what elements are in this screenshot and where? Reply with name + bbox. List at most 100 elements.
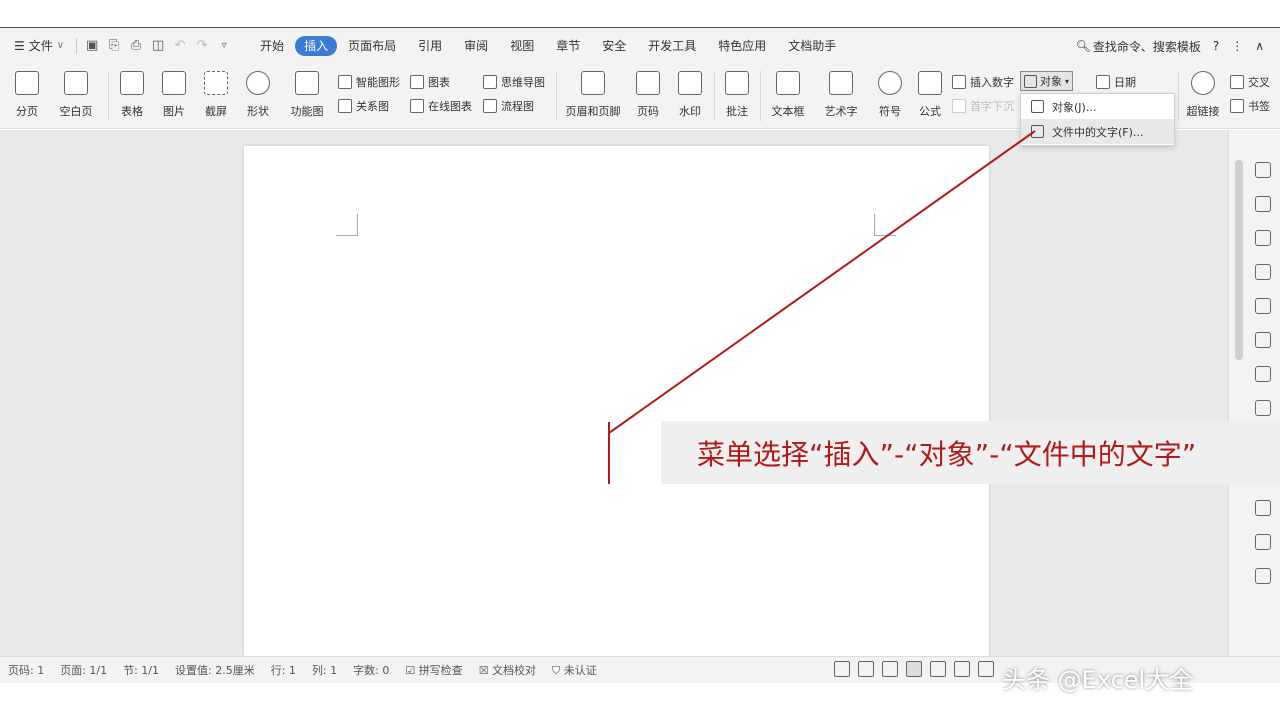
tab-page-layout[interactable]: 页面布局 <box>337 36 407 56</box>
collapse-ribbon-icon[interactable]: ∧ <box>1255 39 1264 53</box>
page-number-label: 页码 <box>637 105 659 118</box>
print-icon[interactable]: ⎙ <box>125 35 147 57</box>
save-icon[interactable]: ▣ <box>81 35 103 57</box>
formula-label: 公式 <box>919 105 941 118</box>
write-mode-icon[interactable] <box>882 661 898 677</box>
comment-icon <box>725 71 749 95</box>
outline-view-icon[interactable] <box>930 661 946 677</box>
doc-proof-button[interactable]: ☒ 文档校对 <box>471 662 544 678</box>
header-footer-button[interactable]: 页眉和页脚 <box>562 63 624 119</box>
tab-review[interactable]: 审阅 <box>453 36 499 56</box>
print-preview-icon[interactable]: ◫ <box>147 35 169 57</box>
redo-icon[interactable]: ↷ <box>191 35 213 57</box>
tab-special-apps[interactable]: 特色应用 <box>707 36 777 56</box>
table-button[interactable]: 表格 <box>114 63 150 119</box>
help-circle-icon[interactable] <box>1255 568 1271 584</box>
blank-page-button[interactable]: 空白页 <box>52 63 100 119</box>
shape-button[interactable]: 形状 <box>240 63 276 119</box>
shapes-icon[interactable] <box>1255 230 1271 246</box>
right-sidebar <box>1228 130 1280 656</box>
hyperlink-button[interactable]: 超链接 <box>1184 63 1222 119</box>
insert-number-icon <box>952 75 966 89</box>
watermark-button[interactable]: 水印 <box>672 63 708 119</box>
function-chart-button[interactable]: 功能图 <box>284 63 330 119</box>
mind-map-button[interactable]: 思维导图 <box>483 74 545 90</box>
fullscreen-icon[interactable] <box>834 661 850 677</box>
page-break-icon <box>15 71 39 95</box>
text-box-button[interactable]: 文本框 <box>766 63 810 119</box>
chart-button[interactable]: 图表 <box>410 74 450 90</box>
page-number-button[interactable]: 页码 <box>630 63 666 119</box>
online-chart-icon <box>410 99 424 113</box>
search-icon: 🔍︎ <box>1075 39 1091 53</box>
formula-button[interactable]: 公式 <box>914 63 946 119</box>
tab-doc-assistant[interactable]: 文档助手 <box>777 36 847 56</box>
spell-check-button[interactable]: ☑ 拼写检查 <box>397 662 470 678</box>
smart-art-icon <box>338 75 352 89</box>
tab-developer[interactable]: 开发工具 <box>637 36 707 56</box>
tab-insert[interactable]: 插入 <box>295 35 338 56</box>
object-button[interactable]: 对象 ▾ <box>1020 71 1074 91</box>
web-view-icon[interactable] <box>954 661 970 677</box>
star-icon[interactable] <box>1255 332 1271 348</box>
document-page[interactable] <box>244 146 989 658</box>
tab-view[interactable]: 视图 <box>499 36 545 56</box>
status-word-count[interactable]: 字数: 0 <box>345 662 397 678</box>
shield-icon[interactable] <box>1255 500 1271 516</box>
watermark-text: 头条 @Excel大全 <box>1002 666 1194 694</box>
picture-button[interactable]: 图片 <box>156 63 192 119</box>
annotation-text: 菜单选择“插入”-“对象”-“文件中的文字” <box>697 437 1197 471</box>
flow-chart-button[interactable]: 流程图 <box>483 98 534 114</box>
cross-ref-button[interactable]: 交叉 <box>1230 74 1270 90</box>
symbol-button[interactable]: 符号 <box>872 63 908 119</box>
vertical-scrollbar[interactable] <box>1235 160 1243 360</box>
menu-item-text-from-file[interactable]: 文件中的文字(F)... <box>1021 119 1174 144</box>
drop-cap-button[interactable]: 首字下沉 <box>952 98 1014 114</box>
eye-protect-icon[interactable] <box>978 661 994 677</box>
tab-security[interactable]: 安全 <box>591 36 637 56</box>
word-art-button[interactable]: 艺术字 <box>818 63 864 119</box>
blank-page-label: 空白页 <box>59 105 93 118</box>
screenshot-button[interactable]: 截屏 <box>198 63 234 119</box>
tab-home[interactable]: 开始 <box>249 36 295 56</box>
date-button[interactable]: 日期 <box>1096 74 1136 90</box>
shape-label: 形状 <box>247 105 269 118</box>
smart-art-button[interactable]: 智能图形 <box>338 74 400 90</box>
bookmark-icon <box>1230 99 1244 113</box>
tab-references[interactable]: 引用 <box>407 36 453 56</box>
insert-number-button[interactable]: 插入数字 <box>952 74 1014 90</box>
quick-access-dropdown-icon[interactable]: ▿ <box>213 35 235 57</box>
page-break-button[interactable]: 分页 <box>10 63 44 119</box>
file-menu[interactable]: ☰ 文件 ∨ <box>0 28 72 63</box>
undo-icon[interactable]: ↶ <box>169 35 191 57</box>
sliders-icon[interactable] <box>1255 264 1271 280</box>
cursor-icon[interactable] <box>1255 196 1271 212</box>
command-search[interactable]: 🔍︎ 查找命令、搜索模板 <box>1076 38 1201 55</box>
status-row: 行: 1 <box>270 664 296 677</box>
app-window: ☰ 文件 ∨ ▣ ⎘ ⎙ ◫ ↶ ↷ ▿ 开始 插入 页面布局 引用 审阅 视图… <box>0 0 1280 720</box>
table-icon <box>120 71 144 95</box>
text-box-icon <box>776 71 800 95</box>
word-art-icon <box>829 71 853 95</box>
translate-icon[interactable] <box>1255 400 1271 416</box>
online-chart-button[interactable]: 在线图表 <box>410 98 472 114</box>
tab-chapter[interactable]: 章节 <box>545 36 591 56</box>
bookmark-button[interactable]: 书签 <box>1230 98 1270 114</box>
more-icon[interactable]: ⋮ <box>1231 39 1243 53</box>
pen-icon[interactable] <box>1255 162 1271 178</box>
history-icon[interactable] <box>1255 534 1271 550</box>
symbol-label: 符号 <box>879 105 901 118</box>
read-mode-icon[interactable] <box>858 661 874 677</box>
flow-chart-icon <box>483 99 497 113</box>
spell-check-label: 拼写检查 <box>418 664 463 677</box>
page-view-icon[interactable] <box>906 661 922 677</box>
menu-item-object[interactable]: 对象(J)... <box>1021 94 1174 119</box>
relation-chart-button[interactable]: 关系图 <box>338 98 389 114</box>
export-icon[interactable]: ⎘ <box>103 35 125 57</box>
share-icon[interactable] <box>1255 366 1271 382</box>
status-setting[interactable]: 设置值: 2.5厘米 <box>167 662 263 678</box>
certification-status[interactable]: ⛉ 未认证 <box>544 662 605 678</box>
gallery-icon[interactable] <box>1255 298 1271 314</box>
comment-button[interactable]: 批注 <box>720 63 754 119</box>
help-icon[interactable]: ? <box>1213 39 1219 53</box>
